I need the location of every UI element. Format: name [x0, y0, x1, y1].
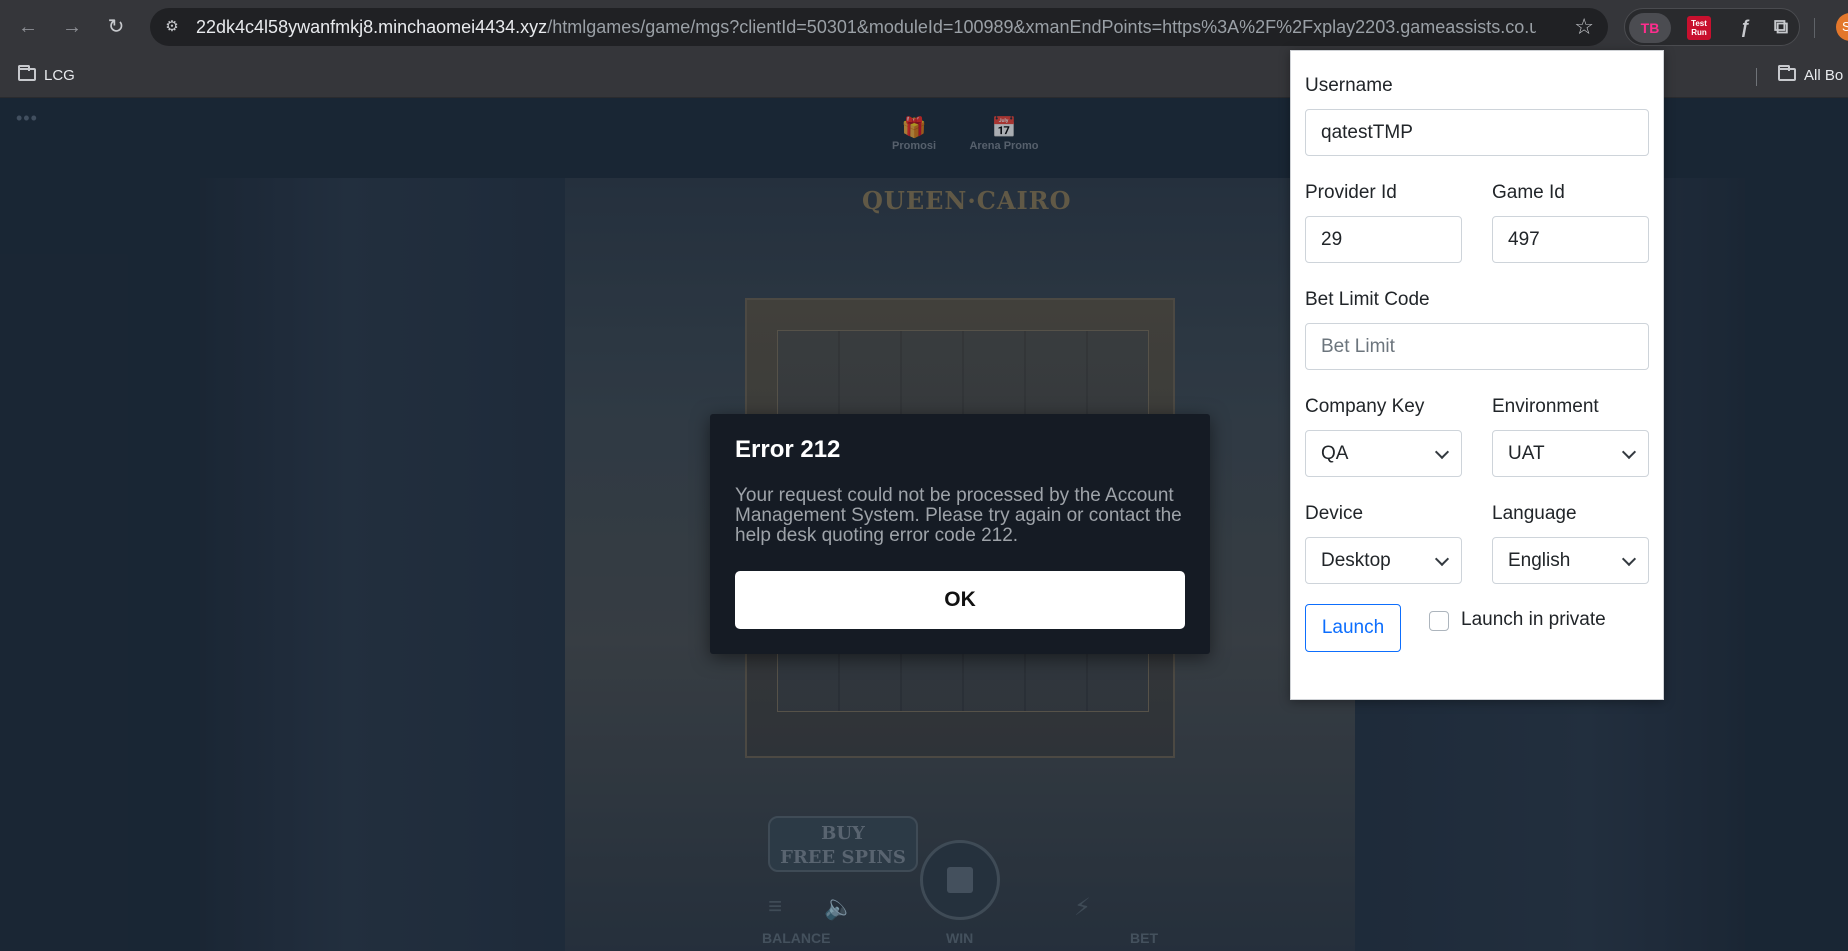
environment-select[interactable]: UAT — [1492, 430, 1649, 477]
ok-button[interactable]: OK — [735, 571, 1185, 629]
device-value: Desktop — [1321, 550, 1391, 571]
bookmark-label: LCG — [44, 67, 75, 84]
url-text[interactable]: 22dk4c4l58ywanfmkj8.minchaomei4434.xyz/h… — [196, 8, 1536, 46]
bookmark-folder-all[interactable]: All Bo — [1778, 65, 1844, 86]
chevron-down-icon — [1434, 444, 1450, 460]
bet-limit-input[interactable] — [1305, 323, 1649, 370]
language-label: Language — [1492, 503, 1577, 524]
url-path: /htmlgames/game/mgs?clientId=50301&modul… — [547, 17, 1536, 37]
username-label: Username — [1305, 75, 1393, 96]
testrun-extension-icon[interactable]: Test Run — [1687, 16, 1711, 40]
url-host: 22dk4c4l58ywanfmkj8.minchaomei4434.xyz — [196, 17, 548, 37]
game-id-input[interactable]: 497 — [1492, 216, 1649, 263]
toolbar-divider — [1814, 18, 1815, 38]
reload-icon[interactable]: ↻ — [100, 11, 132, 43]
folder-icon — [1778, 65, 1796, 81]
forward-arrow-icon[interactable]: → — [56, 11, 88, 43]
site-info-icon[interactable]: ⚙ — [162, 17, 182, 37]
error-dialog: Error 212 Your request could not be proc… — [710, 414, 1210, 654]
extensions-puzzle-icon[interactable]: ⧉ — [1767, 13, 1795, 41]
username-input[interactable]: qatestTMP — [1305, 109, 1649, 156]
folder-icon — [18, 65, 36, 81]
launch-private-label[interactable]: Launch in private — [1461, 609, 1606, 631]
game-launcher-popup: Username qatestTMP Provider Id 29 Game I… — [1290, 50, 1664, 700]
provider-id-label: Provider Id — [1305, 182, 1397, 203]
environment-value: UAT — [1508, 443, 1545, 464]
browser-toolbar: ← → ↻ ⚙ 22dk4c4l58ywanfmkj8.minchaomei44… — [0, 0, 1848, 54]
back-arrow-icon[interactable]: ← — [12, 11, 44, 43]
bet-limit-label: Bet Limit Code — [1305, 289, 1430, 310]
extensions-area: TB Test Run ƒ ⧉ — [1624, 8, 1800, 46]
language-value: English — [1508, 550, 1571, 571]
bookmark-folder-lcg[interactable]: LCG — [18, 65, 75, 86]
company-key-select[interactable]: QA — [1305, 430, 1462, 477]
company-key-label: Company Key — [1305, 396, 1425, 417]
chevron-down-icon — [1434, 551, 1450, 567]
chevron-down-icon — [1621, 444, 1637, 460]
game-id-label: Game Id — [1492, 182, 1565, 203]
chevron-down-icon — [1621, 551, 1637, 567]
bookmark-star-icon[interactable]: ☆ — [1574, 8, 1594, 46]
company-key-value: QA — [1321, 443, 1349, 464]
launch-private-checkbox[interactable] — [1429, 611, 1449, 631]
environment-label: Environment — [1492, 396, 1599, 417]
language-select[interactable]: English — [1492, 537, 1649, 584]
address-bar[interactable]: ⚙ 22dk4c4l58ywanfmkj8.minchaomei4434.xyz… — [150, 8, 1608, 46]
error-title: Error 212 — [735, 436, 841, 463]
provider-id-input[interactable]: 29 — [1305, 216, 1462, 263]
tb-extension-icon[interactable]: TB — [1629, 13, 1671, 43]
feather-extension-icon[interactable]: ƒ — [1731, 13, 1759, 41]
bookmark-divider — [1756, 68, 1757, 86]
profile-avatar[interactable]: S — [1836, 13, 1848, 41]
bookmark-label: All Bo — [1804, 67, 1844, 84]
device-select[interactable]: Desktop — [1305, 537, 1462, 584]
launch-button[interactable]: Launch — [1305, 604, 1401, 652]
device-label: Device — [1305, 503, 1364, 524]
error-message: Your request could not be processed by t… — [735, 485, 1182, 546]
